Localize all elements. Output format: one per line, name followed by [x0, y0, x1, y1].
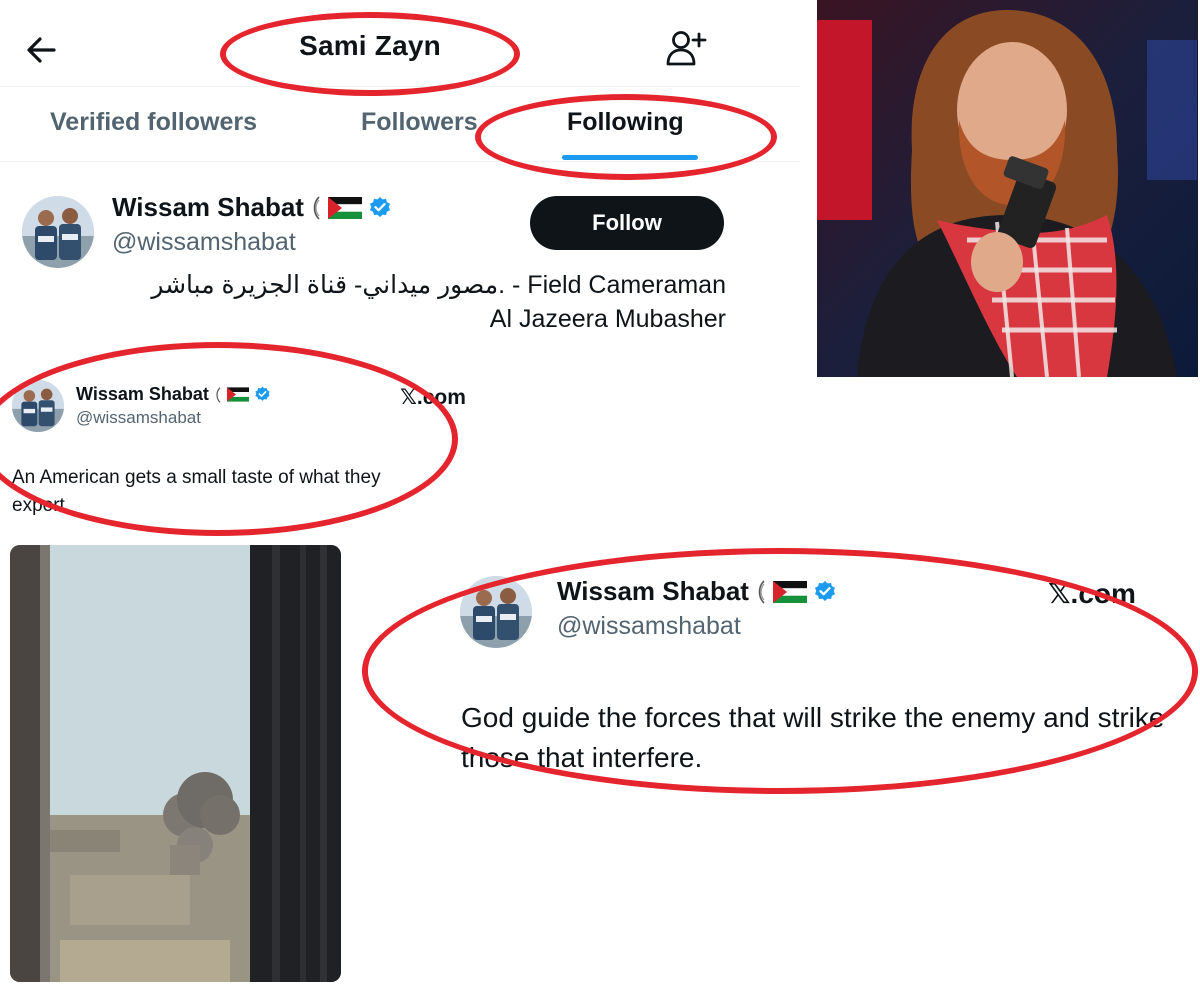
- page-title: Sami Zayn: [299, 30, 441, 61]
- video-thumbnail[interactable]: [10, 545, 341, 982]
- follow-button[interactable]: Follow: [530, 196, 724, 250]
- add-user-icon: [666, 31, 707, 66]
- x-logo-source: 𝕏.com: [400, 386, 466, 409]
- embed-handle: @wissamshabat: [557, 612, 741, 640]
- embed-name-row: Wissam Shabat: [76, 384, 271, 405]
- tab-followers[interactable]: Followers: [361, 108, 478, 137]
- palestine-flag-icon: [226, 387, 249, 402]
- profile-name: Wissam Shabat: [112, 192, 304, 222]
- profile-bio: مصور ميداني- قناة الجزيرة مباشر. - Field…: [100, 268, 726, 336]
- profile-name-row[interactable]: Wissam Shabat: [112, 192, 392, 223]
- melon-icon: [216, 386, 221, 403]
- annotation-circle-following: [475, 94, 777, 180]
- avatar: [12, 380, 64, 432]
- verified-badge-icon: [255, 386, 270, 401]
- melon-icon: [758, 579, 765, 604]
- embed-post-text: An American gets a small taste of what t…: [12, 467, 381, 516]
- wrestler-photo: [817, 0, 1198, 377]
- profile-handle: @wissamshabat: [112, 228, 296, 256]
- header-divider: [0, 86, 800, 87]
- embed-name: Wissam Shabat: [76, 384, 209, 404]
- bio-line-1: مصور ميداني- قناة الجزيرة مباشر. - Field…: [151, 271, 726, 299]
- embed-post-text: God guide the forces that will strike th…: [461, 702, 1165, 773]
- verified-badge-icon: [814, 580, 835, 601]
- tabs-divider: [0, 161, 800, 162]
- palestine-flag-icon: [327, 196, 362, 219]
- avatar: [460, 576, 532, 648]
- verified-badge-icon: [369, 196, 390, 217]
- embed-name-row: Wissam Shabat: [557, 576, 837, 607]
- tab-verified-followers[interactable]: Verified followers: [50, 108, 257, 137]
- add-user-button[interactable]: [664, 26, 708, 70]
- embed-handle: @wissamshabat: [76, 408, 201, 427]
- arrow-left-icon: [27, 37, 56, 63]
- bio-line-2: Al Jazeera Mubasher: [489, 305, 726, 333]
- active-tab-indicator: [562, 155, 698, 160]
- back-button[interactable]: [22, 30, 62, 70]
- avatar[interactable]: [22, 196, 94, 268]
- melon-icon: [313, 195, 320, 220]
- embed-name: Wissam Shabat: [557, 576, 749, 606]
- tab-following[interactable]: Following: [567, 108, 684, 137]
- palestine-flag-icon: [772, 580, 807, 603]
- x-logo-source: 𝕏.com: [1048, 578, 1136, 609]
